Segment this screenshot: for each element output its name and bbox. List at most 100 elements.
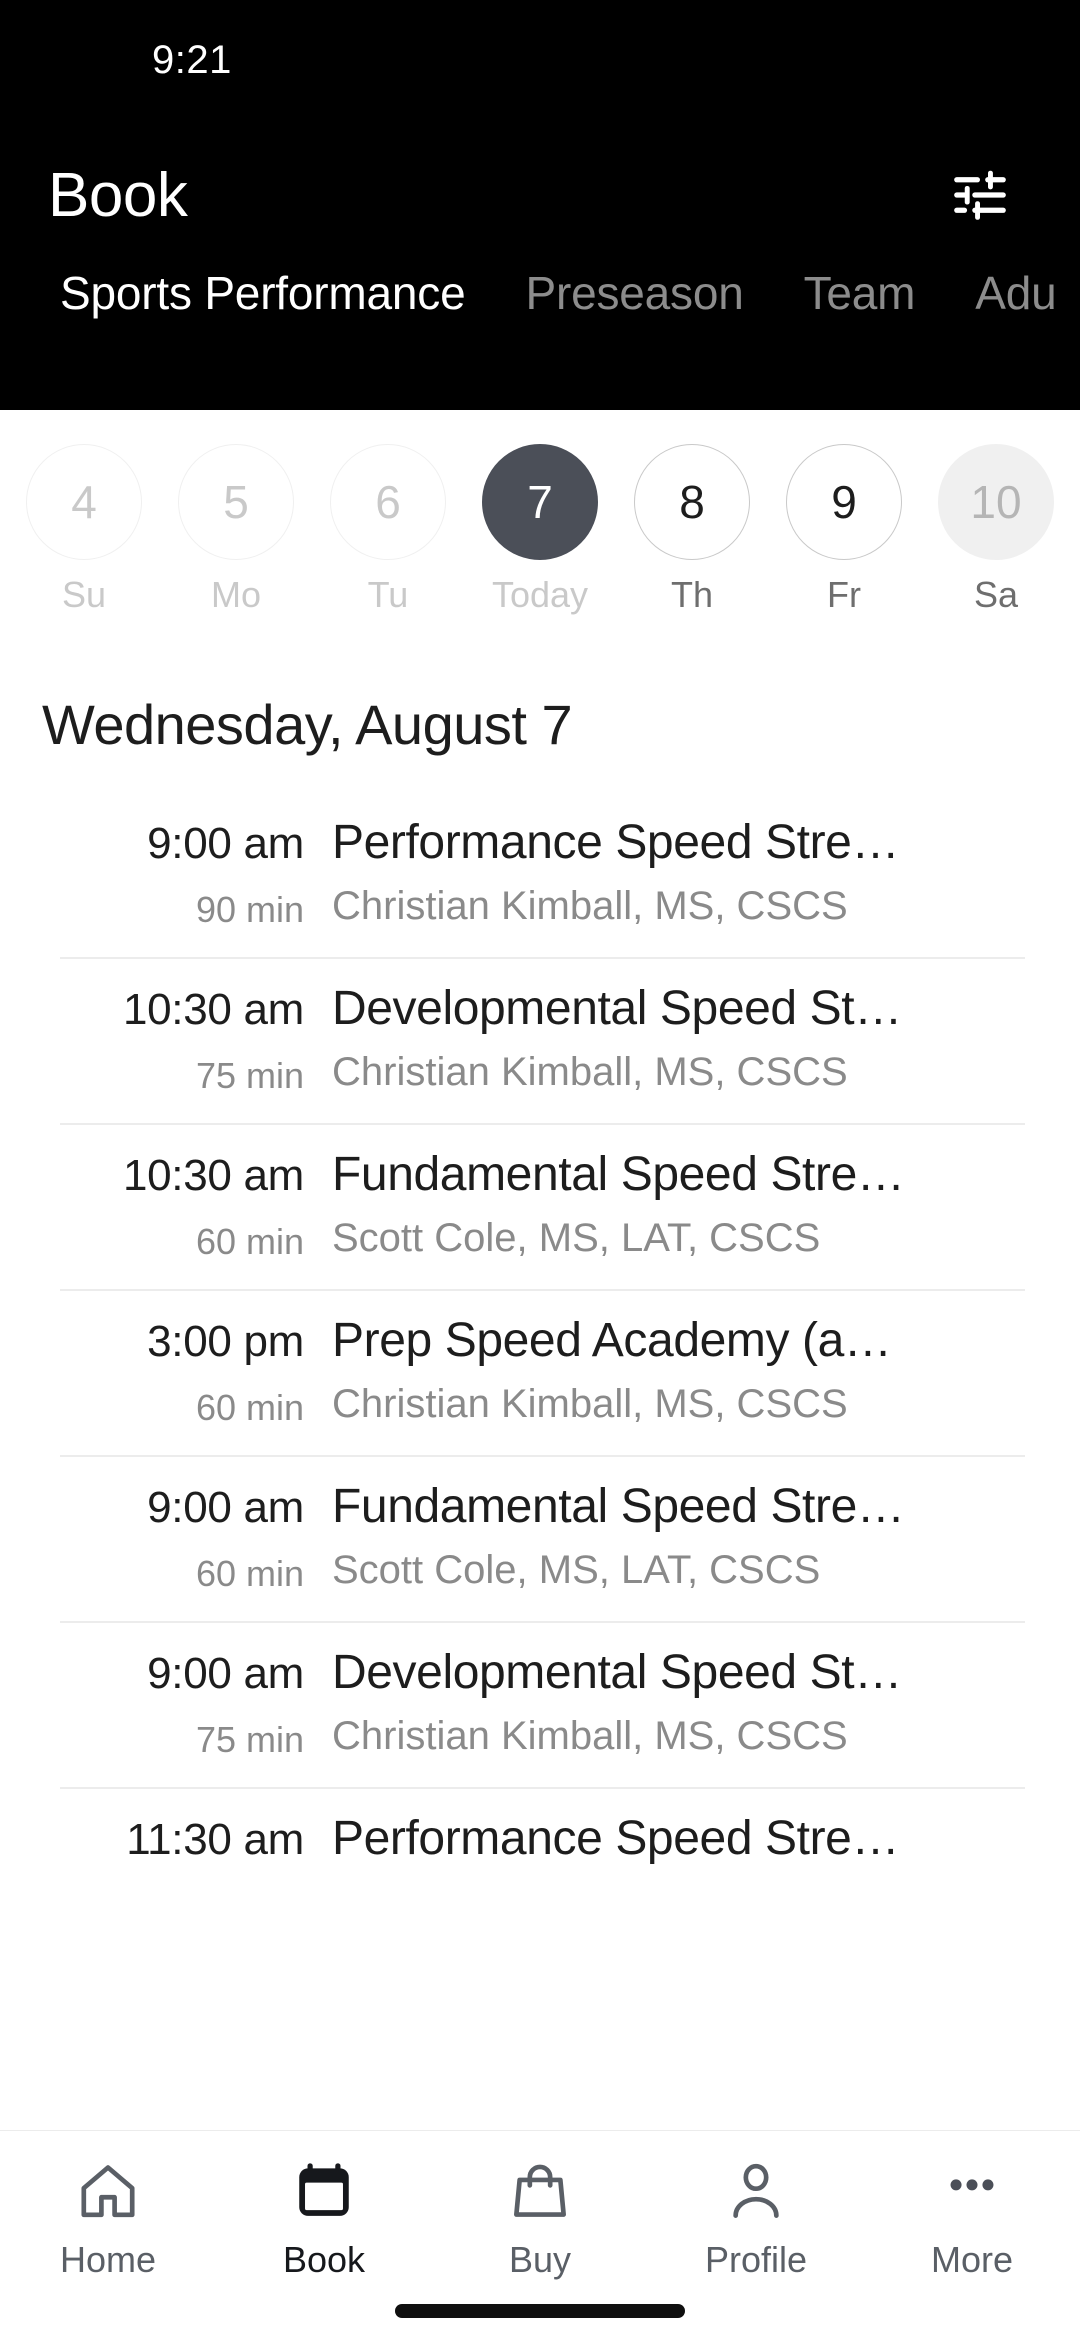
date-weekday-6: Tu <box>367 574 409 615</box>
tune-sliders-icon <box>949 164 1011 226</box>
class-coach: Christian Kimball, MS, CSCS <box>332 884 848 928</box>
date-cell-5[interactable]: 5 Mo <box>160 444 312 616</box>
class-time-block: 11:30 am <box>0 1811 332 1885</box>
class-name: Prep Speed Academy (a… <box>332 1314 892 1367</box>
date-cell-9[interactable]: 9 Fr <box>768 444 920 616</box>
class-duration: 75 min <box>195 1719 304 1760</box>
status-bar: 9:21 <box>0 0 1080 120</box>
class-time-block: 9:00 am 90 min <box>0 815 332 931</box>
class-coach: Christian Kimball, MS, CSCS <box>332 1714 848 1758</box>
class-duration: 60 min <box>195 1553 304 1594</box>
tab-preseason[interactable]: Preseason <box>495 270 773 316</box>
nav-label-profile: Profile <box>704 2239 808 2280</box>
date-selector-strip[interactable]: 4 Su 5 Mo 6 Tu 7 Today 8 Th 9 Fr 10 Sa <box>0 410 1080 650</box>
class-name: Performance Speed Stre… <box>332 1812 900 1865</box>
tab-sports-performance[interactable]: Sports Performance <box>30 270 495 316</box>
class-start-time: 9:00 am <box>147 1649 304 1698</box>
date-number-5[interactable]: 5 <box>178 444 294 560</box>
status-bar-clock: 9:21 <box>152 37 232 82</box>
class-time-block: 10:30 am 60 min <box>0 1147 332 1263</box>
nav-label-home: Home <box>59 2239 157 2280</box>
date-cell-10[interactable]: 10 Sa <box>920 444 1072 616</box>
class-time-block: 9:00 am 60 min <box>0 1479 332 1595</box>
class-duration: 60 min <box>195 1387 304 1428</box>
bottom-navigation-bar[interactable]: Home Book Buy Profile More <box>0 2130 1080 2340</box>
tab-adult[interactable]: Adu <box>945 270 1080 316</box>
class-detail-block: Developmental Speed St… Christian Kimbal… <box>332 1645 1080 1759</box>
class-name: Fundamental Speed Stre… <box>332 1148 905 1201</box>
class-detail-block: Fundamental Speed Stre… Scott Cole, MS, … <box>332 1479 1080 1593</box>
class-list-item[interactable]: 10:30 am 60 min Fundamental Speed Stre… … <box>0 1123 1080 1289</box>
nav-item-more[interactable]: More <box>864 2155 1080 2281</box>
date-weekday-4: Su <box>61 574 107 615</box>
class-start-time: 9:00 am <box>147 1483 304 1532</box>
app-header: 9:21 Book Sports Performance Preseason T… <box>0 0 1080 410</box>
home-indicator-bar[interactable] <box>395 2304 685 2318</box>
date-number-10[interactable]: 10 <box>938 444 1054 560</box>
class-coach: Christian Kimball, MS, CSCS <box>332 1382 848 1426</box>
date-weekday-10: Sa <box>973 574 1019 615</box>
class-start-time: 9:00 am <box>147 819 304 868</box>
class-name: Developmental Speed St… <box>332 982 902 1035</box>
date-weekday-7: Today <box>491 574 589 615</box>
nav-item-home[interactable]: Home <box>0 2155 216 2281</box>
class-duration: 60 min <box>195 1221 304 1262</box>
class-coach: Scott Cole, MS, LAT, CSCS <box>332 1216 821 1260</box>
date-cell-6[interactable]: 6 Tu <box>312 444 464 616</box>
date-weekday-8: Th <box>670 574 713 615</box>
filter-button[interactable] <box>942 157 1018 233</box>
category-tab-strip[interactable]: Sports Performance Preseason Team Adu <box>0 270 1080 316</box>
class-list-item[interactable]: 3:00 pm 60 min Prep Speed Academy (a… Ch… <box>0 1289 1080 1455</box>
class-detail-block: Fundamental Speed Stre… Scott Cole, MS, … <box>332 1147 1080 1261</box>
class-list-item[interactable]: 11:30 am Performance Speed Stre… <box>0 1787 1080 1911</box>
date-weekday-5: Mo <box>210 574 261 615</box>
shopping-bag-icon <box>507 2155 573 2229</box>
date-cell-4[interactable]: 4 Su <box>8 444 160 616</box>
class-detail-block: Performance Speed Stre… <box>332 1811 1080 1880</box>
tab-team[interactable]: Team <box>774 270 946 316</box>
class-start-time: 3:00 pm <box>147 1317 304 1366</box>
date-number-9[interactable]: 9 <box>786 444 902 560</box>
class-duration: 75 min <box>195 1055 304 1096</box>
home-icon <box>75 2155 141 2229</box>
class-detail-block: Performance Speed Stre… Christian Kimbal… <box>332 815 1080 929</box>
class-list-item[interactable]: 9:00 am 90 min Performance Speed Stre… C… <box>0 791 1080 957</box>
class-time-block: 10:30 am 75 min <box>0 981 332 1097</box>
ellipsis-icon <box>939 2155 1005 2229</box>
date-number-7[interactable]: 7 <box>482 444 598 560</box>
app-screen: 9:21 Book Sports Performance Preseason T… <box>0 0 1080 2340</box>
date-cell-8[interactable]: 8 Th <box>616 444 768 616</box>
date-cell-7-today[interactable]: 7 Today <box>464 444 616 616</box>
class-time-block: 3:00 pm 60 min <box>0 1313 332 1429</box>
nav-item-buy[interactable]: Buy <box>432 2155 648 2281</box>
title-bar: Book <box>0 120 1080 270</box>
class-name: Developmental Speed St… <box>332 1646 902 1699</box>
class-duration: 90 min <box>195 889 304 930</box>
class-detail-block: Prep Speed Academy (a… Christian Kimball… <box>332 1313 1080 1427</box>
class-list-item[interactable]: 9:00 am 60 min Fundamental Speed Stre… S… <box>0 1455 1080 1621</box>
class-list-item[interactable]: 9:00 am 75 min Developmental Speed St… C… <box>0 1621 1080 1787</box>
class-list[interactable]: 9:00 am 90 min Performance Speed Stre… C… <box>0 791 1080 2130</box>
class-coach: Christian Kimball, MS, CSCS <box>332 1050 848 1094</box>
nav-label-more: More <box>930 2239 1014 2280</box>
date-number-8[interactable]: 8 <box>634 444 750 560</box>
class-time-block: 9:00 am 75 min <box>0 1645 332 1761</box>
class-start-time: 11:30 am <box>126 1815 304 1864</box>
class-name: Fundamental Speed Stre… <box>332 1480 905 1533</box>
nav-label-book: Book <box>282 2239 366 2280</box>
class-start-time: 10:30 am <box>122 985 304 1034</box>
date-weekday-9: Fr <box>827 574 861 615</box>
date-number-4[interactable]: 4 <box>26 444 142 560</box>
page-title: Book <box>48 160 188 230</box>
calendar-icon <box>291 2155 357 2229</box>
nav-item-profile[interactable]: Profile <box>648 2155 864 2281</box>
class-coach: Scott Cole, MS, LAT, CSCS <box>332 1548 821 1592</box>
class-start-time: 10:30 am <box>122 1151 304 1200</box>
class-detail-block: Developmental Speed St… Christian Kimbal… <box>332 981 1080 1095</box>
date-number-6[interactable]: 6 <box>330 444 446 560</box>
class-list-item[interactable]: 10:30 am 75 min Developmental Speed St… … <box>0 957 1080 1123</box>
nav-label-buy: Buy <box>508 2239 572 2280</box>
nav-item-book[interactable]: Book <box>216 2155 432 2281</box>
class-name: Performance Speed Stre… <box>332 816 900 869</box>
selected-day-heading: Wednesday, August 7 <box>42 693 573 756</box>
